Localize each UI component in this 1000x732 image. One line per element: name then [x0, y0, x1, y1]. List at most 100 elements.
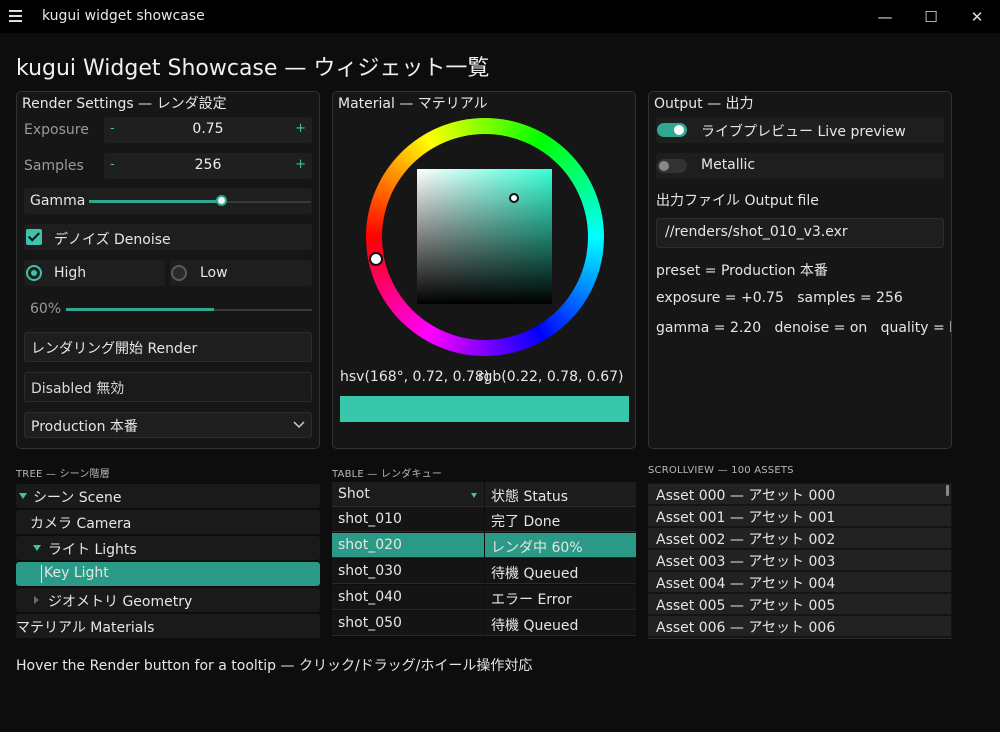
table-cell-selected[interactable]: レンダ中 60%: [485, 533, 636, 558]
metallic-toggle[interactable]: [657, 159, 687, 173]
table-cell[interactable]: shot_030: [332, 559, 484, 584]
summary-exposure-samples: exposure = +0.75 samples = 256: [656, 290, 903, 306]
list-item-label: Asset 005 — アセット 005: [656, 598, 836, 614]
samples-stepper[interactable]: - 256 +: [104, 153, 312, 179]
list-item-label: Asset 004 — アセット 004: [656, 576, 836, 592]
output-file-value[interactable]: //renders/shot_010_v3.exr: [665, 224, 848, 240]
metallic-label: Metallic: [701, 157, 756, 173]
render-settings-title: Render Settings — レンダ設定: [22, 96, 227, 112]
denoise-checkbox[interactable]: [26, 229, 42, 245]
column-header-label: 状態 Status: [491, 489, 569, 505]
progress-bar-fill: [66, 308, 214, 311]
list-item[interactable]: Asset 002 — アセット 002: [648, 528, 951, 548]
list-item[interactable]: Asset 006 — アセット 006: [648, 616, 951, 636]
quality-low-radio[interactable]: [171, 265, 187, 281]
quality-high-radio[interactable]: [26, 265, 42, 281]
table-cell[interactable]: 待機 Queued: [485, 559, 636, 584]
tree-item-materials[interactable]: マテリアル Materials: [16, 614, 320, 638]
cell-text: 待機 Queued: [491, 566, 579, 582]
list-item[interactable]: Asset 004 — アセット 004: [648, 572, 951, 592]
table-caption: TABLE — レンダキュー: [332, 469, 443, 480]
preset-select-value: Production 本番: [31, 419, 138, 435]
list-item[interactable]: Asset 000 — アセット 000: [648, 484, 951, 504]
output-file-input[interactable]: //renders/shot_010_v3.exr: [656, 218, 944, 248]
tree-item-key-light[interactable]: Key Light: [16, 562, 320, 586]
list-item[interactable]: Asset 005 — アセット 005: [648, 594, 951, 614]
cell-text: shot_010: [338, 511, 402, 527]
table-cell-selected[interactable]: shot_020: [332, 533, 484, 558]
exposure-plus-button[interactable]: +: [295, 121, 306, 136]
quality-high-label: High: [54, 265, 87, 281]
list-item[interactable]: Asset 003 — アセット 003: [648, 550, 951, 570]
saturation-value-square[interactable]: [417, 169, 552, 304]
tree-item-label: Key Light: [44, 565, 109, 581]
table-cell[interactable]: shot_040: [332, 585, 484, 610]
tree-item-scene[interactable]: シーン Scene: [16, 484, 320, 508]
progress-label: 60%: [30, 301, 62, 317]
collapsed-arrow-icon[interactable]: [34, 596, 39, 604]
quality-high-row[interactable]: [24, 260, 165, 286]
metallic-row[interactable]: [656, 153, 944, 179]
color-swatch: [340, 396, 629, 422]
tree-indent-guide: [41, 565, 42, 583]
table-cell[interactable]: エラー Error: [485, 585, 636, 610]
column-header-label: Shot: [338, 486, 370, 502]
expanded-arrow-icon[interactable]: [33, 545, 41, 551]
disabled-button-label: Disabled 無効: [31, 381, 125, 397]
cell-text: レンダ中 60%: [491, 540, 583, 556]
sort-arrow-icon[interactable]: [471, 493, 477, 498]
column-header-status[interactable]: 状態 Status: [485, 482, 636, 507]
exposure-label: Exposure: [24, 122, 89, 138]
table-cell[interactable]: 待機 Queued: [485, 611, 636, 636]
live-preview-label: ライブプレビュー Live preview: [701, 124, 906, 140]
cell-text: shot_050: [338, 615, 402, 631]
cell-text: エラー Error: [491, 592, 572, 608]
column-header-shot[interactable]: Shot: [332, 482, 484, 507]
sv-picker-handle[interactable]: [509, 193, 519, 203]
summary-preset: preset = Production 本番: [656, 263, 828, 279]
scrollbar-thumb[interactable]: [946, 485, 949, 496]
output-panel: Output — 出力 ライブプレビュー Live preview Metall…: [648, 91, 952, 449]
minimize-button[interactable]: —: [862, 0, 908, 33]
table-cell[interactable]: shot_010: [332, 507, 484, 532]
live-preview-toggle[interactable]: [657, 123, 687, 137]
list-item[interactable]: Asset 001 — アセット 001: [648, 506, 951, 526]
maximize-button[interactable]: ☐: [908, 0, 954, 33]
render-settings-panel: Render Settings — レンダ設定 Exposure - 0.75 …: [16, 91, 320, 449]
hsv-text: hsv(168°, 0.72, 0.78): [340, 369, 490, 385]
table-cell[interactable]: 完了 Done: [485, 507, 636, 532]
tree-item-label: シーン Scene: [33, 490, 122, 506]
summary-gamma-denoise-quality: gamma = 2.20 denoise = on quality = high: [656, 320, 952, 336]
cell-text: shot_040: [338, 589, 402, 605]
table-cell[interactable]: shot_050: [332, 611, 484, 636]
footer-hint: Hover the Render button for a tooltip — …: [16, 658, 533, 674]
hue-picker-handle[interactable]: [369, 252, 383, 266]
close-button[interactable]: ✕: [954, 0, 1000, 33]
exposure-value[interactable]: 0.75: [104, 121, 312, 137]
exposure-stepper[interactable]: - 0.75 +: [104, 117, 312, 143]
gamma-slider-fill: [89, 200, 223, 203]
tree-item-label: マテリアル Materials: [16, 620, 155, 636]
preset-select[interactable]: Production 本番: [24, 412, 312, 438]
rgb-text: rgb(0.22, 0.78, 0.67): [478, 369, 624, 385]
tree-item-label: カメラ Camera: [30, 516, 132, 532]
tree-item-lights[interactable]: ライト Lights: [16, 536, 320, 560]
tree-item-label: ジオメトリ Geometry: [48, 594, 193, 610]
quality-low-row[interactable]: [170, 260, 312, 286]
hamburger-menu-icon[interactable]: [9, 10, 22, 22]
tree-item-geometry[interactable]: ジオメトリ Geometry: [16, 588, 320, 612]
samples-value[interactable]: 256: [104, 157, 312, 173]
tree-item-camera[interactable]: カメラ Camera: [16, 510, 320, 534]
expanded-arrow-icon[interactable]: [19, 493, 27, 499]
samples-label: Samples: [24, 158, 84, 174]
samples-plus-button[interactable]: +: [295, 157, 306, 172]
denoise-label: デノイズ Denoise: [54, 232, 171, 248]
cell-text: shot_020: [338, 537, 402, 553]
render-button-label: レンダリング開始 Render: [31, 341, 198, 357]
cell-text: shot_030: [338, 563, 402, 579]
output-title: Output — 出力: [654, 96, 754, 112]
gamma-label: Gamma: [30, 193, 86, 209]
quality-low-label: Low: [200, 265, 228, 281]
cell-text: 完了 Done: [491, 514, 561, 530]
render-button[interactable]: レンダリング開始 Render: [24, 332, 312, 362]
